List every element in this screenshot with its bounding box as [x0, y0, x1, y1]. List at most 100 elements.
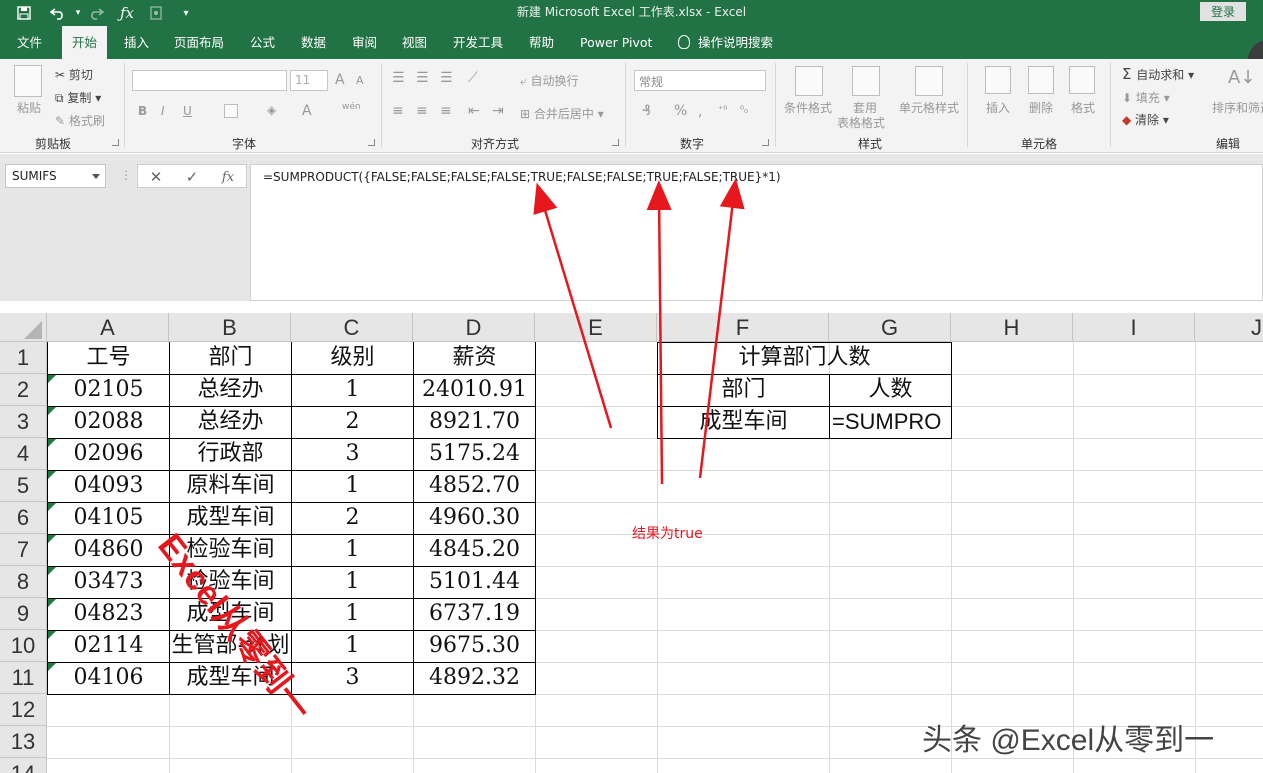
select-all-corner[interactable]	[0, 313, 47, 342]
cell-b3[interactable]: 总经办	[170, 406, 291, 438]
align-center-icon[interactable]: ≡	[416, 103, 428, 119]
cell-c10[interactable]: 1	[292, 630, 413, 662]
formula-input[interactable]: =SUMPRODUCT({FALSE;FALSE;FALSE;FALSE;TRU…	[250, 164, 1263, 301]
row-header-13[interactable]: 13	[0, 726, 47, 758]
cell-a2[interactable]: 02105	[48, 374, 169, 406]
cell-c9[interactable]: 1	[292, 598, 413, 630]
orientation-icon[interactable]: ⟋	[468, 70, 478, 86]
font-grow-button[interactable]: A	[335, 72, 345, 88]
column-header-g[interactable]: G	[829, 313, 951, 342]
cell-c3[interactable]: 2	[292, 406, 413, 438]
format-as-table-icon[interactable]	[852, 66, 880, 96]
tab-formulas[interactable]: 公式	[250, 26, 275, 59]
paste-button[interactable]: 粘贴	[17, 99, 41, 116]
row-header-12[interactable]: 12	[0, 694, 47, 726]
undo-dropdown-icon[interactable]: ▾	[68, 3, 88, 23]
row-header-7[interactable]: 7	[0, 534, 47, 566]
column-header-h[interactable]: H	[951, 313, 1073, 342]
name-box-dropdown-icon[interactable]	[92, 174, 100, 179]
name-box[interactable]: SUMIFS	[5, 164, 106, 188]
paste-icon[interactable]	[14, 65, 42, 97]
cell-f3[interactable]: 成型车间	[658, 406, 829, 438]
cell-g3-editing[interactable]: =SUMPRO	[832, 406, 951, 438]
row-header-3[interactable]: 3	[0, 406, 47, 438]
sort-filter-icon[interactable]: A↓	[1228, 67, 1255, 88]
save-icon[interactable]	[14, 3, 34, 23]
cell-d6[interactable]: 4960.30	[414, 502, 535, 534]
format-painter-button[interactable]: ✎ 格式刷	[55, 112, 105, 129]
align-left-icon[interactable]: ≡	[392, 103, 404, 119]
delete-cells-button[interactable]: 删除	[1029, 99, 1053, 116]
autosum-button[interactable]: Σ 自动求和 ▾	[1122, 65, 1194, 83]
sort-filter-button[interactable]: 排序和筛选	[1212, 99, 1263, 116]
column-header-i[interactable]: I	[1073, 313, 1195, 342]
cell-a4[interactable]: 02096	[48, 438, 169, 470]
cell-a5[interactable]: 04093	[48, 470, 169, 502]
format-cells-icon[interactable]	[1069, 66, 1095, 94]
cell-c1[interactable]: 级别	[292, 342, 413, 374]
enter-icon[interactable]: ✓	[174, 165, 210, 189]
delete-cells-icon[interactable]	[1028, 66, 1054, 94]
row-header-1[interactable]: 1	[0, 342, 47, 374]
insert-cells-icon[interactable]	[985, 66, 1011, 94]
cell-d10[interactable]: 9675.30	[414, 630, 535, 662]
row-header-6[interactable]: 6	[0, 502, 47, 534]
cell-d3[interactable]: 8921.70	[414, 406, 535, 438]
indent-increase-icon[interactable]: ⇥	[492, 103, 504, 119]
cell-d1[interactable]: 薪资	[414, 342, 535, 374]
cell-styles-button[interactable]: 单元格样式	[899, 99, 959, 116]
cell-c4[interactable]: 3	[292, 438, 413, 470]
cell-a10[interactable]: 02114	[48, 630, 169, 662]
splitter-icon[interactable]: ⋮	[120, 168, 132, 182]
align-top-icon[interactable]: ☰	[392, 70, 405, 86]
row-header-2[interactable]: 2	[0, 374, 47, 406]
row-header-10[interactable]: 10	[0, 630, 47, 662]
increase-decimal-icon[interactable]: ⁺⁰	[718, 105, 727, 116]
fill-color-icon[interactable]: ◈	[267, 103, 276, 117]
cell-a11[interactable]: 04106	[48, 662, 169, 694]
cancel-icon[interactable]: ✕	[138, 165, 174, 189]
cell-styles-icon[interactable]	[915, 66, 943, 96]
touch-icon[interactable]	[146, 3, 166, 23]
cell-d9[interactable]: 6737.19	[414, 598, 535, 630]
cell-b4[interactable]: 行政部	[170, 438, 291, 470]
font-launcher-icon[interactable]	[368, 139, 375, 146]
row-header-5[interactable]: 5	[0, 470, 47, 502]
cell-c8[interactable]: 1	[292, 566, 413, 598]
insert-cells-button[interactable]: 插入	[986, 99, 1010, 116]
tab-developer[interactable]: 开发工具	[453, 26, 503, 59]
tell-me-search[interactable]: 操作说明搜索	[678, 26, 773, 59]
indent-decrease-icon[interactable]: ⇤	[468, 103, 480, 119]
column-header-d[interactable]: D	[413, 313, 535, 342]
cell-a1[interactable]: 工号	[48, 342, 169, 374]
currency-icon[interactable]: ₰	[642, 103, 651, 119]
row-header-14[interactable]: 14	[0, 758, 47, 773]
conditional-format-button[interactable]: 条件格式	[784, 99, 832, 116]
customize-icon[interactable]: ▾	[176, 3, 196, 23]
clipboard-launcher-icon[interactable]	[112, 139, 119, 146]
cell-b2[interactable]: 总经办	[170, 374, 291, 406]
row-header-4[interactable]: 4	[0, 438, 47, 470]
format-as-table-button-2[interactable]: 表格格式	[837, 114, 885, 131]
format-cells-button[interactable]: 格式	[1071, 99, 1095, 116]
column-header-f[interactable]: F	[657, 313, 829, 342]
cell-d7[interactable]: 4845.20	[414, 534, 535, 566]
phonetic-button[interactable]: wén	[342, 102, 361, 112]
cell-d4[interactable]: 5175.24	[414, 438, 535, 470]
cell-d2[interactable]: 24010.91	[414, 374, 535, 406]
fill-button[interactable]: ⬇ 填充 ▾	[1122, 89, 1170, 106]
underline-button[interactable]: U	[183, 104, 192, 118]
comma-style-icon[interactable]: ,	[698, 104, 702, 120]
cell-f1-merged[interactable]: 计算部门人数	[658, 342, 951, 374]
tab-data[interactable]: 数据	[301, 26, 326, 59]
align-middle-icon[interactable]: ☰	[416, 70, 429, 86]
tab-power-pivot[interactable]: Power Pivot	[580, 26, 652, 59]
cell-a6[interactable]: 04105	[48, 502, 169, 534]
font-color-button[interactable]: A	[302, 103, 312, 119]
wrap-text-button[interactable]: ⤶ 自动换行	[520, 72, 579, 89]
conditional-format-icon[interactable]	[795, 66, 823, 96]
cell-a9[interactable]: 04823	[48, 598, 169, 630]
column-header-e[interactable]: E	[535, 313, 657, 342]
merge-center-button[interactable]: ⊞ 合并后居中 ▾	[520, 105, 604, 122]
cell-c2[interactable]: 1	[292, 374, 413, 406]
